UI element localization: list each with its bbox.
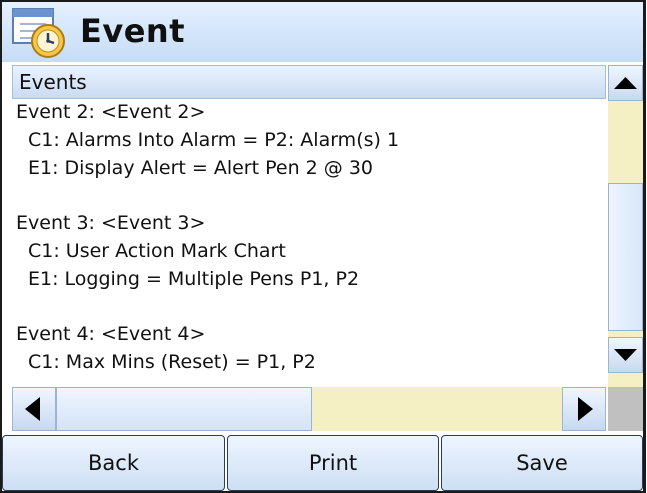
save-button[interactable]: Save xyxy=(441,435,643,491)
list-header-events[interactable]: Events xyxy=(12,65,606,99)
vertical-scrollbar[interactable] xyxy=(608,65,643,387)
title-bar: Event xyxy=(2,2,643,62)
back-button[interactable]: Back xyxy=(2,435,225,491)
scroll-right-button[interactable] xyxy=(562,387,606,431)
list-item[interactable]: E1: Display Alert = Alert Pen 2 @ 30 xyxy=(28,155,373,181)
arrow-up-icon xyxy=(614,77,637,89)
print-button[interactable]: Print xyxy=(227,435,439,491)
window-title: Event xyxy=(80,12,185,50)
horizontal-scrollbar[interactable] xyxy=(12,387,606,431)
arrow-down-icon xyxy=(614,349,637,361)
arrow-left-icon xyxy=(25,397,40,421)
scroll-down-button[interactable] xyxy=(608,337,643,373)
list-item[interactable]: E1: Logging = Multiple Pens P1, P2 xyxy=(28,266,359,292)
list-item[interactable]: Event 3: <Event 3> xyxy=(16,210,205,236)
list-item[interactable]: Event 2: <Event 2> xyxy=(16,99,205,125)
list-item[interactable]: Event 4: <Event 4> xyxy=(16,321,205,347)
event-list[interactable]: Event 2: <Event 2> C1: Alarms Into Alarm… xyxy=(12,99,606,385)
list-item[interactable]: C1: User Action Mark Chart xyxy=(28,238,286,264)
arrow-right-icon xyxy=(578,397,593,421)
list-item[interactable]: C1: Alarms Into Alarm = P2: Alarm(s) 1 xyxy=(28,127,399,153)
vertical-scroll-thumb[interactable] xyxy=(608,183,643,331)
event-clock-icon xyxy=(12,8,70,60)
button-bar: Back Print Save xyxy=(2,435,643,491)
horizontal-scroll-thumb[interactable] xyxy=(56,387,312,431)
scroll-up-button[interactable] xyxy=(608,65,643,101)
list-item[interactable]: C1: Max Mins (Reset) = P1, P2 xyxy=(28,349,316,375)
scroll-left-button[interactable] xyxy=(12,387,56,431)
scrollbar-corner xyxy=(608,387,643,431)
event-window: Event Events Event 2: <Event 2> C1: Alar… xyxy=(0,0,646,493)
